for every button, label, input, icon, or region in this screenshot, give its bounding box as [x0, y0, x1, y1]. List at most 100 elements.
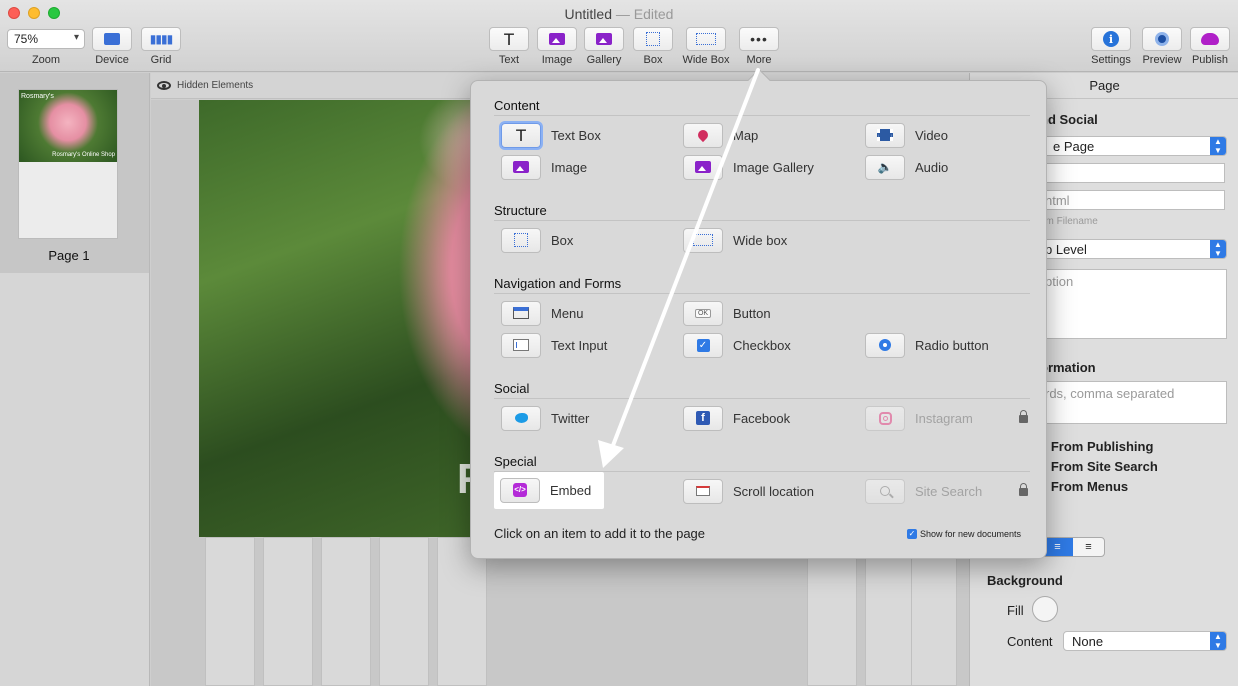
item-label: Radio button: [915, 337, 989, 353]
fill-color-well[interactable]: [1032, 596, 1058, 622]
item-wide-box[interactable]: Wide box: [683, 227, 853, 253]
radio-icon: [865, 332, 905, 358]
monitor-icon: [104, 33, 120, 45]
chevron-down-icon: ▾: [73, 32, 79, 43]
grid-icon: ▮▮▮▮: [149, 32, 173, 46]
item-checkbox[interactable]: ✓ Checkbox: [683, 332, 853, 358]
device-button[interactable]: [92, 27, 132, 51]
image-icon: [549, 33, 565, 45]
item-image[interactable]: Image: [501, 154, 671, 180]
hidden-elements-label: Hidden Elements: [177, 80, 254, 91]
filename-field[interactable]: ntml: [1040, 190, 1225, 210]
item-site-search: Site Search: [865, 478, 1035, 504]
item-image-gallery[interactable]: Image Gallery: [683, 154, 853, 180]
level-value: p Level: [1045, 242, 1087, 257]
item-label: Box: [551, 232, 574, 248]
publish-button[interactable]: [1190, 27, 1230, 51]
align-right-button[interactable]: ≡: [1073, 538, 1104, 556]
item-facebook[interactable]: f Facebook: [683, 405, 853, 431]
wide-box-tool-button[interactable]: [686, 27, 726, 51]
scroll-location-icon: [683, 478, 723, 504]
hidden-elements-toggle[interactable]: Hidden Elements: [157, 80, 253, 91]
lock-icon: [1019, 483, 1028, 496]
keywords-field[interactable]: rds, comma separated: [1040, 381, 1227, 424]
text-tool-button[interactable]: T: [489, 27, 529, 51]
item-box[interactable]: Box: [501, 227, 671, 253]
gallery-icon: [683, 154, 723, 180]
item-menu[interactable]: Menu: [501, 300, 671, 326]
item-text-box[interactable]: T Text Box: [501, 122, 671, 148]
item-instagram: Instagram: [865, 405, 1035, 431]
item-audio[interactable]: 🔈 Audio: [865, 154, 1035, 180]
settings-label: Settings: [1091, 54, 1131, 66]
map-pin-icon: [683, 122, 723, 148]
description-placeholder: ption: [1045, 274, 1074, 289]
exclude-search-checkbox[interactable]: e From Site Search: [1040, 459, 1158, 474]
level-select[interactable]: p Level ▲ ▼: [1040, 239, 1227, 259]
item-label: Checkbox: [733, 337, 791, 353]
zoom-label: Zoom: [31, 54, 61, 66]
settings-button[interactable]: i: [1091, 27, 1131, 51]
item-label: Site Search: [915, 483, 983, 499]
zoom-value: 75%: [14, 32, 39, 46]
item-button[interactable]: OK Button: [683, 300, 853, 326]
more-button[interactable]: •••: [739, 27, 779, 51]
item-video[interactable]: Video: [865, 122, 1035, 148]
image-tool-button[interactable]: [537, 27, 577, 51]
item-label: Image: [551, 159, 588, 175]
section-structure: Structure: [494, 203, 547, 218]
item-label: Text Box: [551, 127, 601, 143]
twitter-icon: [501, 405, 541, 431]
grid-button[interactable]: ▮▮▮▮: [141, 27, 181, 51]
page-type-select[interactable]: e Page ▲ ▼: [1040, 136, 1227, 156]
wide-box-icon: [696, 33, 716, 45]
more-label: More: [746, 54, 772, 66]
background-content-select[interactable]: None ▲ ▼: [1063, 631, 1227, 651]
section-social: Social: [494, 381, 530, 396]
grid-columns: [199, 537, 969, 686]
item-label: Twitter: [551, 410, 590, 426]
description-field[interactable]: ption: [1040, 269, 1227, 339]
exclude-menus-checkbox[interactable]: e From Menus: [1040, 479, 1128, 494]
image-tool-label: Image: [541, 54, 573, 66]
popover-hint: Click on an item to add it to the page: [494, 526, 706, 541]
page-thumbnail[interactable]: Rosmary's Rosmary's Online Shop: [18, 89, 118, 239]
gallery-icon: [596, 33, 612, 45]
gallery-tool-button[interactable]: [584, 27, 624, 51]
item-scroll-location[interactable]: Scroll location: [683, 478, 853, 504]
film-icon: [865, 122, 905, 148]
text-tool-label: Text: [498, 54, 520, 66]
box-icon: [646, 32, 660, 46]
facebook-icon: f: [683, 405, 723, 431]
item-twitter[interactable]: Twitter: [501, 405, 671, 431]
publish-label: Publish: [1191, 54, 1229, 66]
item-embed[interactable]: </> Embed: [500, 477, 670, 503]
zoom-select[interactable]: 75% ▾: [7, 29, 85, 49]
section-content: Content: [494, 98, 540, 113]
box-tool-label: Box: [643, 54, 663, 66]
chevron-updown-icon: ▲ ▼: [1210, 240, 1226, 258]
grid-column: [321, 537, 371, 686]
box-tool-button[interactable]: [633, 27, 673, 51]
item-label: Wide box: [733, 232, 788, 248]
page-label: Page 1: [48, 248, 90, 263]
show-for-new-documents-checkbox[interactable]: ✓ Show for new documents: [907, 529, 1021, 539]
text-icon: T: [504, 29, 514, 49]
item-map[interactable]: Map: [683, 122, 853, 148]
item-radio-button[interactable]: Radio button: [865, 332, 1035, 358]
button-icon: OK: [683, 300, 723, 326]
section-divider: [494, 115, 1030, 116]
grid-column: [379, 537, 429, 686]
item-text-input[interactable]: Text Input: [501, 332, 671, 358]
exclude-publishing-checkbox[interactable]: e From Publishing: [1040, 439, 1153, 454]
grid-column: [437, 537, 487, 686]
preview-button[interactable]: [1142, 27, 1182, 51]
page-thumbnail-item[interactable]: Rosmary's Rosmary's Online Shop Page 1: [0, 73, 149, 273]
document-name: Untitled: [564, 6, 612, 22]
content-label: Content: [1007, 634, 1053, 649]
device-label: Device: [95, 54, 129, 66]
edited-status: — Edited: [615, 6, 674, 22]
thumbnail-image: Rosmary's Rosmary's Online Shop: [19, 90, 117, 162]
page-title-field[interactable]: [1040, 163, 1225, 183]
grid-column: [263, 537, 313, 686]
